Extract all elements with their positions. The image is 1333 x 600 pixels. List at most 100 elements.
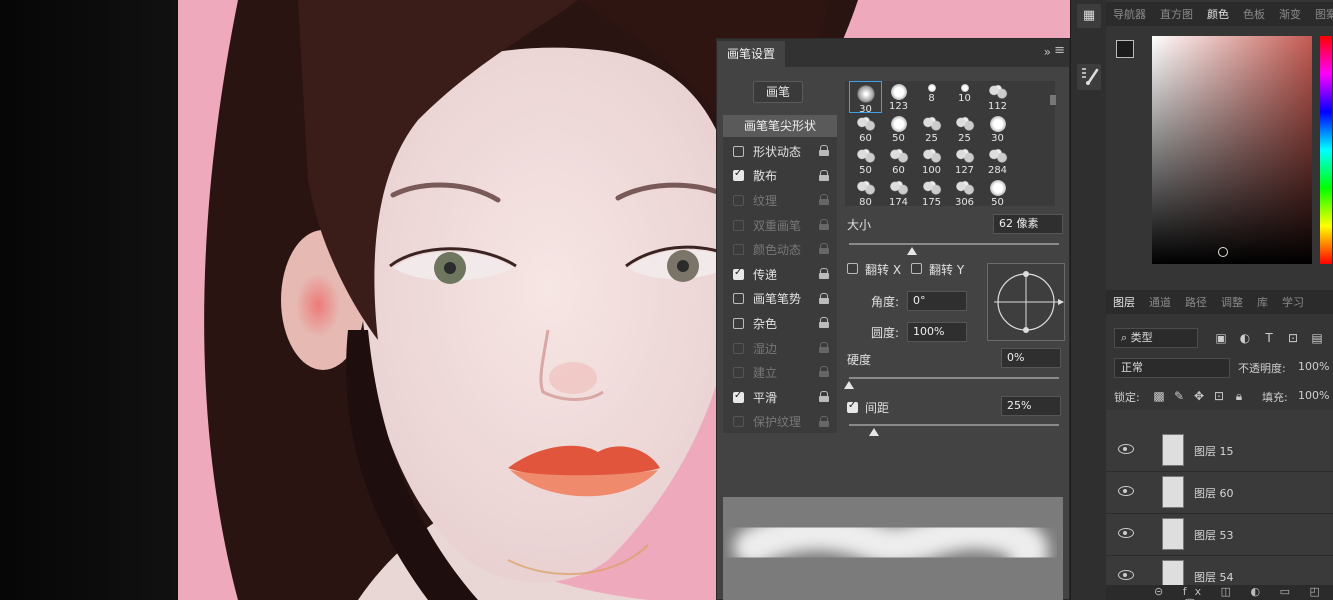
layers-tab[interactable]: 调整: [1214, 294, 1250, 310]
option-checkbox[interactable]: [733, 317, 744, 329]
hardness-field[interactable]: 0%: [1001, 348, 1061, 368]
filter-smart-object-icon[interactable]: ▤: [1310, 331, 1324, 345]
option-checkbox[interactable]: [733, 244, 744, 256]
layer-row[interactable]: 图层 60: [1106, 472, 1333, 514]
layers-tab[interactable]: 库: [1250, 294, 1275, 310]
brush-preset[interactable]: 30: [849, 81, 882, 115]
panel-tab[interactable]: 导航器: [1106, 6, 1153, 22]
tab-brush-settings[interactable]: 画笔设置: [717, 41, 786, 67]
brush-preset[interactable]: 123: [882, 81, 915, 113]
brush-option-row[interactable]: 颜色动态: [723, 237, 837, 262]
lock-icon[interactable]: [819, 194, 829, 206]
layer-name[interactable]: 图层 60: [1194, 485, 1234, 501]
hardness-slider-thumb[interactable]: [844, 381, 854, 389]
visibility-eye-icon[interactable]: [1118, 486, 1134, 496]
panel-tab[interactable]: 图案: [1308, 6, 1333, 22]
option-checkbox[interactable]: [733, 342, 744, 354]
layer-row[interactable]: 图层 15: [1106, 430, 1333, 472]
option-checkbox[interactable]: [733, 219, 744, 231]
layers-tab[interactable]: 图层: [1106, 294, 1142, 310]
roundness-field[interactable]: 100%: [907, 322, 967, 342]
lock-icon[interactable]: [819, 267, 829, 279]
brush-settings-dock-icon[interactable]: [1077, 64, 1101, 90]
spacing-slider[interactable]: [849, 424, 1059, 426]
brush-preset[interactable]: 306: [948, 177, 981, 206]
option-checkbox[interactable]: [733, 194, 744, 206]
option-checkbox[interactable]: [733, 267, 744, 280]
filter-adjustment-icon[interactable]: ◐: [1238, 331, 1252, 345]
collapse-panel-icon[interactable]: »: [1044, 45, 1051, 59]
brush-preset[interactable]: 80: [849, 177, 882, 206]
lock-icon[interactable]: [819, 415, 829, 427]
brush-preset[interactable]: 175: [915, 177, 948, 206]
brush-preset[interactable]: 60: [849, 113, 882, 145]
visibility-eye-icon[interactable]: [1118, 444, 1134, 454]
layer-name[interactable]: 图层 15: [1194, 443, 1234, 459]
option-checkbox[interactable]: [733, 168, 744, 182]
spacing-field[interactable]: 25%: [1001, 396, 1061, 416]
brush-option-row[interactable]: 散布: [723, 164, 837, 189]
layers-tab[interactable]: 通道: [1142, 294, 1178, 310]
visibility-eye-icon[interactable]: [1118, 528, 1134, 538]
brush-option-row[interactable]: 杂色: [723, 311, 837, 336]
brush-preset[interactable]: 50: [882, 113, 915, 145]
option-checkbox[interactable]: [733, 390, 744, 403]
brush-option-row[interactable]: 画笔笔势: [723, 287, 837, 312]
lock-position-icon[interactable]: ✥: [1192, 389, 1206, 403]
option-checkbox[interactable]: [733, 293, 744, 305]
preset-scrollbar[interactable]: [1050, 95, 1056, 105]
flip-y-checkbox[interactable]: [911, 263, 922, 274]
panel-tab[interactable]: 色板: [1236, 6, 1272, 22]
lock-icon[interactable]: [819, 169, 829, 181]
foreground-color-swatch[interactable]: [1116, 40, 1134, 58]
lock-icon[interactable]: [819, 341, 829, 353]
brush-preset[interactable]: 25: [948, 113, 981, 145]
brush-preset[interactable]: 10: [948, 81, 981, 113]
lock-artboard-icon[interactable]: ⊡: [1212, 389, 1226, 403]
color-picker-field[interactable]: [1152, 36, 1312, 264]
lock-icon[interactable]: [819, 366, 829, 378]
brush-option-row[interactable]: 平滑: [723, 385, 837, 410]
opacity-value[interactable]: 100%: [1298, 360, 1329, 373]
brush-preset[interactable]: 60: [882, 145, 915, 177]
filter-type-icon[interactable]: T: [1262, 331, 1276, 345]
brush-option-row[interactable]: 保护纹理: [723, 410, 837, 435]
brush-preset[interactable]: 50: [981, 177, 1014, 206]
brush-preset[interactable]: 25: [915, 113, 948, 145]
layer-filter-select[interactable]: ⌕ 类型: [1114, 328, 1198, 348]
filter-pixel-icon[interactable]: ▣: [1214, 331, 1228, 345]
layers-tab[interactable]: 学习: [1275, 294, 1311, 310]
lock-icon[interactable]: [819, 243, 829, 255]
angle-roundness-widget[interactable]: [987, 263, 1065, 341]
color-picker-ring[interactable]: [1218, 247, 1228, 257]
brush-option-row[interactable]: 纹理: [723, 188, 837, 213]
angle-field[interactable]: 0°: [907, 291, 967, 311]
layer-name[interactable]: 图层 54: [1194, 569, 1234, 585]
option-checkbox[interactable]: [733, 145, 744, 157]
brush-preset[interactable]: 100: [915, 145, 948, 177]
visibility-eye-icon[interactable]: [1118, 570, 1134, 580]
panel-tab[interactable]: 渐变: [1272, 6, 1308, 22]
size-slider[interactable]: [849, 243, 1059, 245]
brush-preset[interactable]: 50: [849, 145, 882, 177]
option-checkbox[interactable]: [733, 367, 744, 379]
brush-preset[interactable]: 284: [981, 145, 1014, 177]
brush-tip-shape-item[interactable]: 画笔笔尖形状: [723, 115, 837, 137]
lock-icon[interactable]: [819, 317, 829, 329]
hardness-slider[interactable]: [849, 377, 1059, 379]
brush-preset[interactable]: 8: [915, 81, 948, 113]
lock-icon[interactable]: [819, 390, 829, 402]
brush-preset[interactable]: 127: [948, 145, 981, 177]
spacing-slider-thumb[interactable]: [869, 428, 880, 436]
layer-name[interactable]: 图层 53: [1194, 527, 1234, 543]
spacing-checkbox[interactable]: [847, 400, 858, 413]
lock-icon[interactable]: [819, 218, 829, 230]
dock-expand-icon[interactable]: ▦: [1077, 4, 1101, 28]
layer-actions-icons[interactable]: ⊝ fx ◫ ◐ ▭ ◰ ⊞ 🗑: [1154, 585, 1333, 600]
brush-option-row[interactable]: 双重画笔: [723, 213, 837, 238]
brush-preset[interactable]: 174: [882, 177, 915, 206]
panel-menu-icon[interactable]: ≡: [1054, 43, 1065, 58]
option-checkbox[interactable]: [733, 416, 744, 428]
brush-option-row[interactable]: 传递: [723, 262, 837, 287]
lock-icon[interactable]: [819, 292, 829, 304]
